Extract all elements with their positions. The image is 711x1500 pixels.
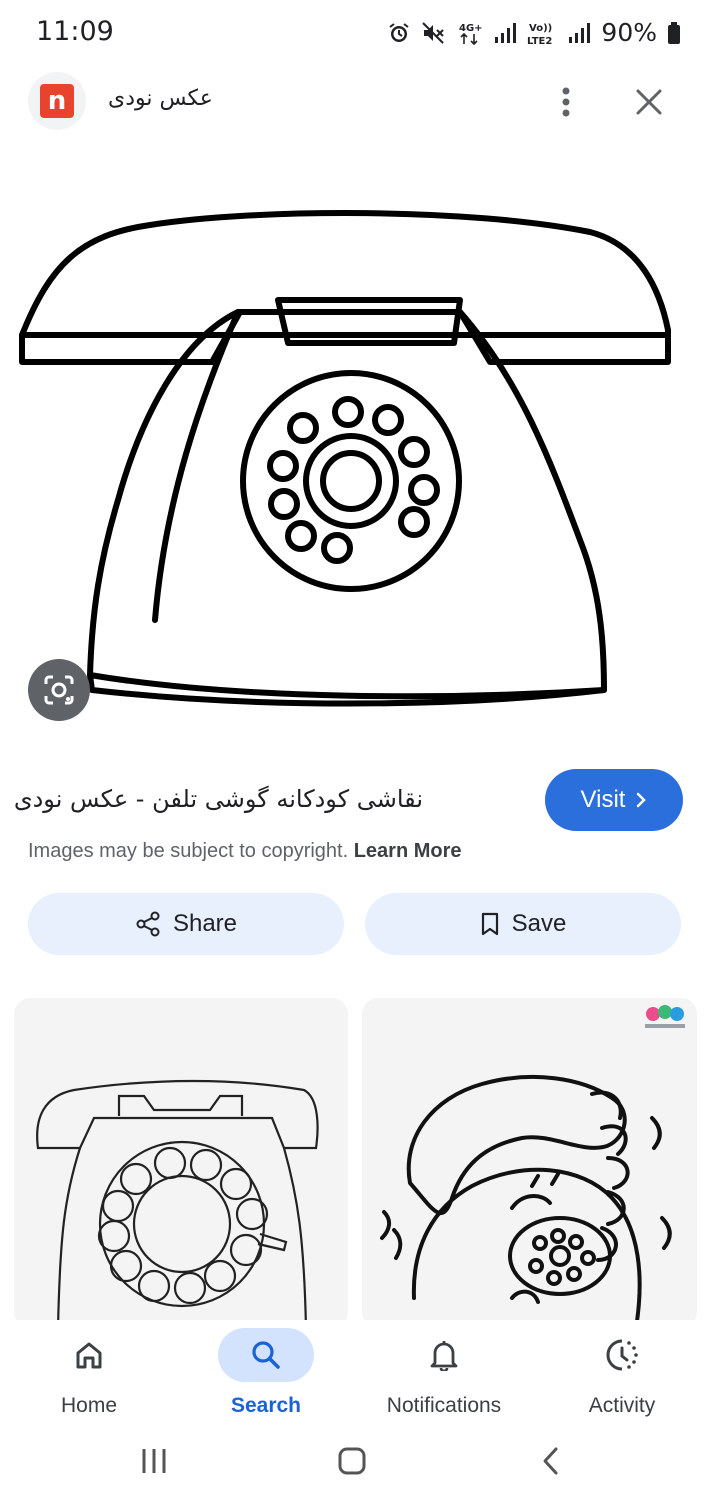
signal-icon	[569, 22, 591, 43]
image-title[interactable]: نقاشی کودکانه گوشی تلفن - عکس نودی	[14, 785, 423, 813]
ninisari-logo-icon	[645, 1005, 685, 1028]
bookmark-icon	[481, 912, 498, 936]
battery-icon	[668, 21, 680, 44]
nav-home-label: Home	[60, 1394, 118, 1417]
back-icon[interactable]	[540, 1446, 562, 1476]
nav-notifications[interactable]: Notifications	[355, 1320, 533, 1430]
nav-home-icon-wrap	[41, 1328, 137, 1382]
copyright-text: Images may be subject to copyright.	[28, 840, 349, 862]
bottom-navigation: Home Search Notifications Activity	[0, 1320, 711, 1430]
learn-more-link[interactable]: Learn More	[354, 840, 462, 862]
search-icon	[252, 1341, 280, 1369]
nav-search[interactable]: Search	[177, 1320, 355, 1430]
nav-activity[interactable]: Activity	[533, 1320, 711, 1430]
nav-notifications-icon-wrap	[396, 1328, 492, 1382]
more-vertical-icon	[562, 87, 570, 117]
svg-text:4G+: 4G+	[459, 23, 483, 34]
signal-icon	[495, 22, 517, 43]
site-logo-letter: n	[40, 84, 74, 118]
related-telephone-drawing-2	[380, 1074, 672, 1328]
status-icons: 4G+ Vo)) LTE2 90%	[387, 18, 681, 47]
share-button[interactable]: Share	[28, 893, 344, 955]
status-bar: 11:09 4G+ Vo)) LTE2 90%	[0, 0, 711, 66]
save-button[interactable]: Save	[365, 893, 681, 955]
home-button-icon[interactable]	[337, 1446, 367, 1476]
related-image-2[interactable]	[362, 998, 697, 1328]
chevron-right-icon	[637, 792, 647, 808]
status-time: 11:09	[36, 16, 114, 47]
nav-home[interactable]: Home	[0, 1320, 178, 1430]
main-image[interactable]	[0, 140, 711, 750]
activity-icon	[606, 1339, 638, 1371]
nav-notifications-label: Notifications	[386, 1394, 502, 1417]
svg-text:LTE2: LTE2	[527, 36, 552, 46]
visit-label: Visit	[580, 786, 626, 813]
site-name[interactable]: عکس نودی	[108, 86, 213, 111]
svg-text:Vo)): Vo))	[529, 23, 552, 34]
battery-percentage: 90%	[601, 18, 657, 47]
site-logo[interactable]: n	[28, 72, 86, 130]
telephone-drawing	[19, 210, 671, 707]
close-button[interactable]	[626, 80, 672, 124]
bell-icon	[430, 1341, 458, 1371]
share-icon	[136, 911, 160, 937]
4g-icon: 4G+	[459, 23, 483, 45]
mute-icon	[422, 21, 445, 44]
visit-button[interactable]: Visit	[545, 769, 683, 831]
nav-search-icon-wrap	[218, 1328, 314, 1382]
related-image-1[interactable]	[14, 998, 348, 1328]
more-options-button[interactable]	[546, 80, 586, 124]
copyright-notice: Images may be subject to copyright. Lear…	[28, 840, 462, 863]
home-icon	[76, 1342, 102, 1369]
save-label: Save	[511, 910, 567, 937]
result-header: n عکس نودی	[0, 70, 711, 134]
recent-apps-icon[interactable]	[140, 1446, 168, 1476]
nav-search-label: Search	[230, 1394, 302, 1417]
nav-activity-icon-wrap	[574, 1328, 670, 1382]
volte-icon: Vo)) LTE2	[527, 23, 552, 46]
close-icon	[636, 89, 662, 115]
nav-activity-label: Activity	[588, 1394, 656, 1417]
system-navigation-bar	[0, 1430, 711, 1500]
alarm-icon	[389, 22, 410, 42]
google-lens-icon	[44, 675, 74, 705]
share-label: Share	[172, 910, 238, 937]
related-telephone-drawing-1	[36, 1079, 319, 1328]
google-lens-button[interactable]	[28, 659, 90, 721]
ninisari-watermark	[641, 1002, 689, 1032]
